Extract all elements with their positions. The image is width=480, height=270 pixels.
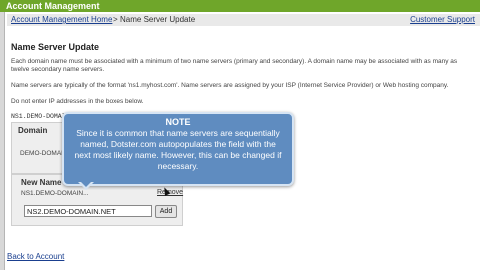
- tooltip-title: NOTE: [165, 117, 191, 127]
- window-title: Account Management: [6, 1, 100, 11]
- ns2-input[interactable]: [24, 205, 152, 217]
- note-tooltip: NOTE Since it is common that name server…: [62, 112, 294, 186]
- breadcrumb: Account Management Home > Name Server Up…: [7, 14, 480, 26]
- format-paragraph: Name servers are typically of the format…: [11, 82, 449, 89]
- add-button[interactable]: Add: [155, 205, 177, 218]
- domain-label: Domain: [18, 126, 48, 135]
- breadcrumb-home-link[interactable]: Account Management Home: [11, 14, 112, 26]
- tooltip-arrow-inner: [80, 181, 92, 187]
- ns1-value: NS1.DEMO-DOMAIN...: [21, 190, 89, 197]
- intro-paragraph: Each domain name must be associated with…: [11, 58, 458, 73]
- breadcrumb-separator: >: [113, 15, 118, 24]
- page-title: Name Server Update: [11, 42, 100, 52]
- back-to-account-link[interactable]: Back to Account: [7, 252, 64, 261]
- breadcrumb-current: Name Server Update: [120, 15, 196, 24]
- window-titlebar: Account Management: [0, 0, 480, 12]
- new-name-label: New Name: [21, 178, 62, 187]
- ip-warning: Do not enter IP addresses in the boxes b…: [11, 98, 144, 105]
- customer-support-link[interactable]: Customer Support: [410, 14, 475, 26]
- tooltip-body: Since it is common that name servers are…: [74, 128, 282, 171]
